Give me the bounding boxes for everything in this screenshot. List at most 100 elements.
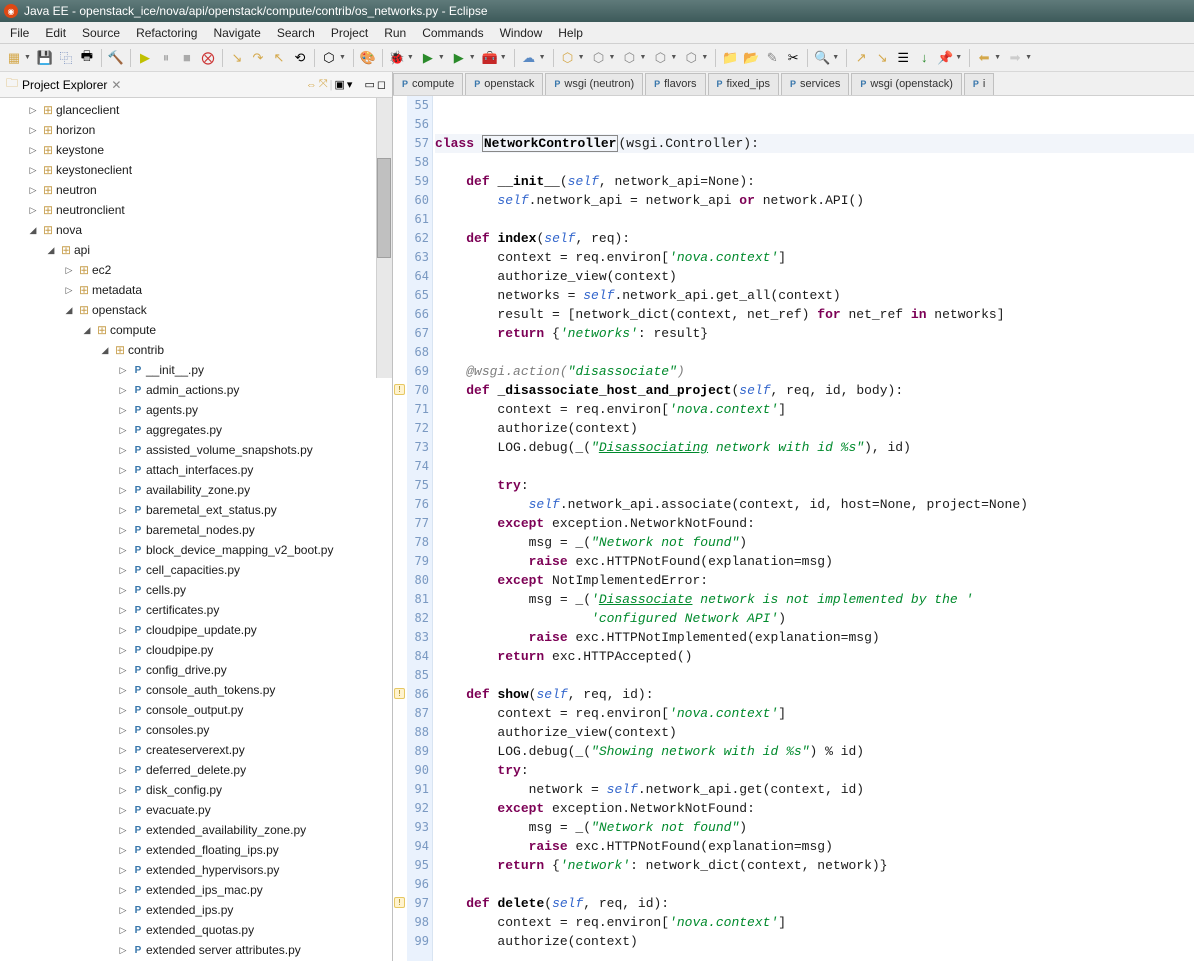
tree-expand-arrow[interactable]: ▷ (116, 665, 130, 676)
code-line-61[interactable] (435, 210, 1194, 229)
tree-item---init---py[interactable]: ▷P__init__.py (0, 360, 392, 380)
tree-expand-arrow[interactable]: ▷ (116, 925, 130, 936)
code-line-66[interactable]: result = [network_dict(context, net_ref)… (435, 305, 1194, 324)
code-line-99[interactable]: authorize(context) (435, 932, 1194, 951)
editor-tab-wsgi--openstack-[interactable]: Pwsgi (openstack) (851, 73, 962, 95)
editor-tab-compute[interactable]: Pcompute (393, 73, 463, 95)
code-line-69[interactable]: @wsgi.action("disassociate") (435, 362, 1194, 381)
tree-scroll-thumb[interactable] (377, 158, 391, 258)
menu-item-file[interactable]: File (2, 24, 37, 42)
tree-item-cell-capacities-py[interactable]: ▷Pcell_capacities.py (0, 560, 392, 580)
tree-expand-arrow[interactable]: ◢ (62, 305, 76, 316)
code-line-89[interactable]: LOG.debug(_("Showing network with id %s"… (435, 742, 1194, 761)
code-line-87[interactable]: context = req.environ['nova.context'] (435, 704, 1194, 723)
new-server-button[interactable]: ⬡ (558, 48, 578, 68)
step-into-button[interactable]: ↘ (227, 48, 247, 68)
tree-expand-arrow[interactable]: ▷ (116, 845, 130, 856)
back-button[interactable]: ⬅ (974, 48, 994, 68)
tree-item-cloudpipe-py[interactable]: ▷Pcloudpipe.py (0, 640, 392, 660)
nav-button-2[interactable]: ↘ (872, 48, 892, 68)
tree-item-certificates-py[interactable]: ▷Pcertificates.py (0, 600, 392, 620)
tree-item-admin-actions-py[interactable]: ▷Padmin_actions.py (0, 380, 392, 400)
tree-expand-arrow[interactable]: ▷ (116, 945, 130, 956)
nav-button-1[interactable]: ↗ (851, 48, 871, 68)
code-line-75[interactable]: try: (435, 476, 1194, 495)
code-line-56[interactable] (435, 115, 1194, 134)
tree-expand-arrow[interactable]: ▷ (26, 105, 40, 116)
tree-item-horizon[interactable]: ▷⊞horizon (0, 120, 392, 140)
menu-item-run[interactable]: Run (376, 24, 414, 42)
warning-marker-icon[interactable]: ! (394, 688, 405, 699)
view-menu-icon[interactable]: ▾ (347, 78, 353, 91)
tree-item-extended-quotas-py[interactable]: ▷Pextended_quotas.py (0, 920, 392, 940)
tree-item-cells-py[interactable]: ▷Pcells.py (0, 580, 392, 600)
menu-item-navigate[interactable]: Navigate (205, 24, 268, 42)
tree-expand-arrow[interactable]: ▷ (116, 745, 130, 756)
menu-item-refactoring[interactable]: Refactoring (128, 24, 205, 42)
code-line-97[interactable]: def delete(self, req, id): (435, 894, 1194, 913)
run-last-button[interactable]: ▶ (449, 48, 469, 68)
warning-marker-icon[interactable]: ! (394, 897, 405, 908)
code-line-58[interactable] (435, 153, 1194, 172)
tree-expand-arrow[interactable]: ▷ (116, 705, 130, 716)
tree-expand-arrow[interactable]: ▷ (116, 725, 130, 736)
tree-expand-arrow[interactable]: ▷ (116, 865, 130, 876)
tree-item-extended-ips-py[interactable]: ▷Pextended_ips.py (0, 900, 392, 920)
tree-expand-arrow[interactable]: ▷ (116, 445, 130, 456)
tree-expand-arrow[interactable]: ▷ (116, 785, 130, 796)
tree-expand-arrow[interactable]: ▷ (116, 365, 130, 376)
code-line-78[interactable]: msg = _("Network not found") (435, 533, 1194, 552)
tree-item-keystone[interactable]: ▷⊞keystone (0, 140, 392, 160)
tree-item-baremetal-ext-status-py[interactable]: ▷Pbaremetal_ext_status.py (0, 500, 392, 520)
code-line-96[interactable] (435, 875, 1194, 894)
build-button[interactable]: 🔨 (106, 48, 126, 68)
tree-expand-arrow[interactable]: ▷ (116, 765, 130, 776)
code-line-73[interactable]: LOG.debug(_("Disassociating network with… (435, 438, 1194, 457)
code-line-86[interactable]: def show(self, req, id): (435, 685, 1194, 704)
menu-item-commands[interactable]: Commands (414, 24, 491, 42)
tree-item-extended-hypervisors-py[interactable]: ▷Pextended_hypervisors.py (0, 860, 392, 880)
tree-expand-arrow[interactable]: ◢ (98, 345, 112, 356)
code-line-94[interactable]: raise exc.HTTPNotFound(explanation=msg) (435, 837, 1194, 856)
code-line-70[interactable]: def _disassociate_host_and_project(self,… (435, 381, 1194, 400)
menu-item-edit[interactable]: Edit (37, 24, 74, 42)
focus-icon[interactable]: ▣ (335, 78, 345, 91)
tree-item-keystoneclient[interactable]: ▷⊞keystoneclient (0, 160, 392, 180)
tree-expand-arrow[interactable]: ▷ (116, 405, 130, 416)
tree-expand-arrow[interactable]: ▷ (26, 125, 40, 136)
nav-button-4[interactable]: ↓ (914, 48, 934, 68)
tree-item-assisted-volume-snapshots-py[interactable]: ▷Passisted_volume_snapshots.py (0, 440, 392, 460)
task-button[interactable]: ⬡ (589, 48, 609, 68)
menu-item-window[interactable]: Window (492, 24, 551, 42)
close-view-icon[interactable]: ✕ (111, 78, 121, 92)
warning-marker-icon[interactable]: ! (394, 384, 405, 395)
tree-item-compute[interactable]: ◢⊞compute (0, 320, 392, 340)
tree-item-createserverext-py[interactable]: ▷Pcreateserverext.py (0, 740, 392, 760)
tree-item-disk-config-py[interactable]: ▷Pdisk_config.py (0, 780, 392, 800)
tree-item-neutronclient[interactable]: ▷⊞neutronclient (0, 200, 392, 220)
code-line-81[interactable]: msg = _('Disassociate network is not imp… (435, 590, 1194, 609)
code-line-76[interactable]: self.network_api.associate(context, id, … (435, 495, 1194, 514)
tree-expand-arrow[interactable]: ▷ (116, 425, 130, 436)
editor-tab-fixed-ips[interactable]: Pfixed_ips (708, 73, 779, 95)
menu-item-source[interactable]: Source (74, 24, 128, 42)
menu-item-search[interactable]: Search (269, 24, 323, 42)
tree-item-extended-availability-zone-py[interactable]: ▷Pextended_availability_zone.py (0, 820, 392, 840)
code-line-79[interactable]: raise exc.HTTPNotFound(explanation=msg) (435, 552, 1194, 571)
tree-item-contrib[interactable]: ◢⊞contrib (0, 340, 392, 360)
menu-item-help[interactable]: Help (550, 24, 591, 42)
tree-expand-arrow[interactable]: ▷ (116, 605, 130, 616)
tree-expand-arrow[interactable]: ▷ (62, 285, 76, 296)
tree-item-aggregates-py[interactable]: ▷Paggregates.py (0, 420, 392, 440)
forward-button[interactable]: ➡ (1005, 48, 1025, 68)
tree-expand-arrow[interactable]: ▷ (116, 485, 130, 496)
code-line-59[interactable]: def __init__(self, network_api=None): (435, 172, 1194, 191)
code-line-84[interactable]: return exc.HTTPAccepted() (435, 647, 1194, 666)
tree-scrollbar[interactable] (376, 98, 392, 378)
code-line-60[interactable]: self.network_api = network_api or networ… (435, 191, 1194, 210)
tree-expand-arrow[interactable]: ▷ (116, 645, 130, 656)
tree-item-cloudpipe-update-py[interactable]: ▷Pcloudpipe_update.py (0, 620, 392, 640)
tree-expand-arrow[interactable]: ▷ (116, 525, 130, 536)
tree-expand-arrow[interactable]: ▷ (26, 165, 40, 176)
tree-item-consoles-py[interactable]: ▷Pconsoles.py (0, 720, 392, 740)
